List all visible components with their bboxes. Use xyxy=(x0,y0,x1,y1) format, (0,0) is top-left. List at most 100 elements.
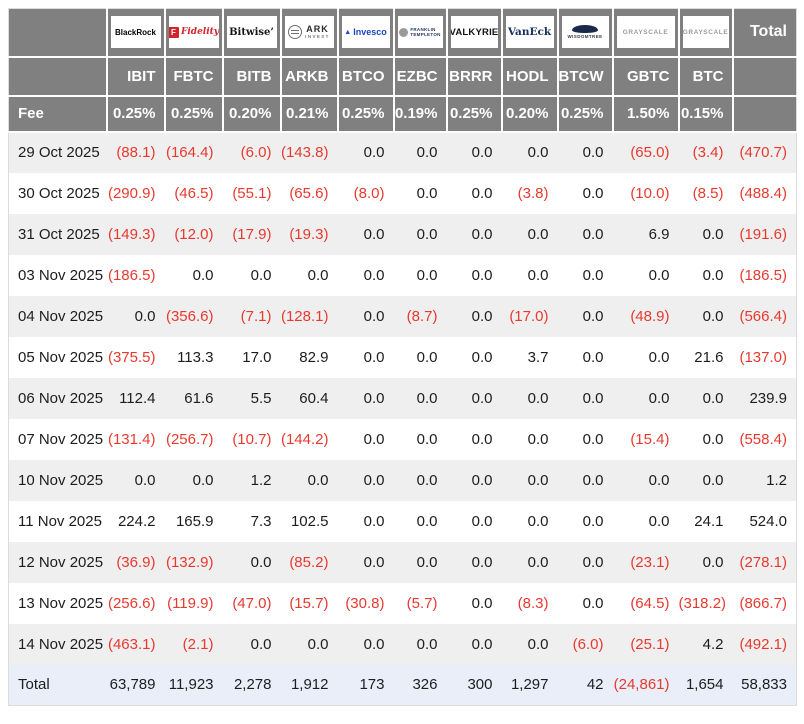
flow-value-cell: 0.0 xyxy=(613,460,679,501)
flow-value-cell: (5.7) xyxy=(394,583,447,624)
flow-value-cell: 165.9 xyxy=(165,501,223,542)
provider-header-cell: VanEck xyxy=(502,9,558,57)
flow-value-cell: 24.1 xyxy=(679,501,733,542)
flow-value-cell: 0.0 xyxy=(613,378,679,419)
fee-value: 0.25% xyxy=(558,96,613,132)
flow-value-cell: 0.0 xyxy=(558,378,613,419)
flow-value-cell: 1.2 xyxy=(733,460,797,501)
flow-value-cell: 0.0 xyxy=(394,542,447,583)
flow-value-cell: (191.6) xyxy=(733,214,797,255)
logo-box: Bitwise’ xyxy=(227,16,277,48)
flow-value-cell: 0.0 xyxy=(447,583,502,624)
franklin-templeton-logo: FRANKLINTEMPLETON xyxy=(399,27,440,38)
logo-box: WISDOMTREE xyxy=(562,16,609,48)
flow-value-cell: 0.0 xyxy=(338,296,394,337)
fee-label: Fee xyxy=(9,96,107,132)
etf-flow-table: BlackRock FFidelity Bitwise’ ARKINVEST ▲Inve… xyxy=(8,8,797,706)
flow-value-cell: 0.0 xyxy=(281,624,338,665)
date-cell: 05 Nov 2025 xyxy=(9,337,107,378)
table-row: 12 Nov 2025(36.9)(132.9)0.0(85.2)0.00.00… xyxy=(9,542,797,583)
flow-value-cell: 0.0 xyxy=(613,501,679,542)
flow-value-cell: (278.1) xyxy=(733,542,797,583)
ark-circle-icon xyxy=(288,25,302,39)
flow-value-cell: (47.0) xyxy=(223,583,281,624)
flow-value-cell: (23.1) xyxy=(613,542,679,583)
date-cell: 29 Oct 2025 xyxy=(9,132,107,173)
flow-value-cell: 0.0 xyxy=(502,419,558,460)
flow-value-cell: 0.0 xyxy=(447,296,502,337)
logo-box: VanEck xyxy=(506,16,554,48)
flow-value-cell: 102.5 xyxy=(281,501,338,542)
flow-value-cell: 0.0 xyxy=(502,542,558,583)
total-value-cell: 173 xyxy=(338,665,394,706)
flow-value-cell: 0.0 xyxy=(558,501,613,542)
flow-value-cell: 0.0 xyxy=(394,378,447,419)
flow-value-cell: 0.0 xyxy=(679,255,733,296)
flow-value-cell: 0.0 xyxy=(679,460,733,501)
flow-value-cell: 1.2 xyxy=(223,460,281,501)
bitwise-logo: Bitwise’ xyxy=(229,27,274,38)
table-row: 04 Nov 20250.0(356.6)(7.1)(128.1)0.0(8.7… xyxy=(9,296,797,337)
flow-value-cell: 0.0 xyxy=(447,542,502,583)
date-cell: 31 Oct 2025 xyxy=(9,214,107,255)
flow-value-cell: 0.0 xyxy=(447,214,502,255)
flow-value-cell: 21.6 xyxy=(679,337,733,378)
logo-row: BlackRock FFidelity Bitwise’ ARKINVEST ▲Inve… xyxy=(9,9,797,57)
flow-value-cell: 0.0 xyxy=(447,173,502,214)
total-column-header: Total xyxy=(733,9,797,57)
date-cell: 13 Nov 2025 xyxy=(9,583,107,624)
table-row: 05 Nov 2025(375.5)113.317.082.90.00.00.0… xyxy=(9,337,797,378)
fee-row: Fee0.25%0.25%0.20%0.21%0.25%0.19%0.25%0.… xyxy=(9,96,797,132)
fidelity-logo: FFidelity xyxy=(169,27,219,38)
table-row: 10 Nov 20250.00.01.20.00.00.00.00.00.00.… xyxy=(9,460,797,501)
flow-value-cell: (143.8) xyxy=(281,132,338,173)
provider-header-cell: BlackRock xyxy=(107,9,165,57)
flow-value-cell: 524.0 xyxy=(733,501,797,542)
total-value-cell: (24,861) xyxy=(613,665,679,706)
flow-value-cell: 0.0 xyxy=(679,214,733,255)
flow-value-cell: 0.0 xyxy=(558,255,613,296)
flow-value-cell: 0.0 xyxy=(281,255,338,296)
wisdomtree-tree-icon xyxy=(572,25,598,33)
flow-value-cell: 61.6 xyxy=(165,378,223,419)
ark-invest-logo: ARKINVEST xyxy=(288,25,330,40)
flow-value-cell: 60.4 xyxy=(281,378,338,419)
flow-value-cell: 0.0 xyxy=(558,337,613,378)
invesco-logo: ▲Invesco xyxy=(344,27,386,37)
flow-value-cell: 0.0 xyxy=(502,460,558,501)
franklin-circle-icon xyxy=(399,28,408,37)
total-value-cell: 1,654 xyxy=(679,665,733,706)
flow-value-cell: (488.4) xyxy=(733,173,797,214)
flow-value-cell: (463.1) xyxy=(107,624,165,665)
flow-value-cell: 17.0 xyxy=(223,337,281,378)
flow-value-cell: (3.4) xyxy=(679,132,733,173)
flow-value-cell: 0.0 xyxy=(223,542,281,583)
flow-value-cell: (17.0) xyxy=(502,296,558,337)
flow-value-cell: (186.5) xyxy=(107,255,165,296)
flow-value-cell: 0.0 xyxy=(338,501,394,542)
flow-value-cell: 0.0 xyxy=(558,132,613,173)
total-value-cell: 42 xyxy=(558,665,613,706)
flow-value-cell: (36.9) xyxy=(107,542,165,583)
flow-value-cell: 0.0 xyxy=(338,214,394,255)
logo-box: VALKYRIE xyxy=(451,16,498,48)
flow-value-cell: 6.9 xyxy=(613,214,679,255)
table-body: 29 Oct 2025(88.1)(164.4)(6.0)(143.8)0.00… xyxy=(9,132,797,706)
total-value-cell: 1,297 xyxy=(502,665,558,706)
total-value-cell: 2,278 xyxy=(223,665,281,706)
flow-value-cell: 0.0 xyxy=(502,378,558,419)
ticker-HODL: HODL xyxy=(502,57,558,96)
flow-value-cell: 0.0 xyxy=(338,255,394,296)
date-cell: 10 Nov 2025 xyxy=(9,460,107,501)
flow-value-cell: 0.0 xyxy=(394,132,447,173)
flow-value-cell: (65.6) xyxy=(281,173,338,214)
ticker-IBIT: IBIT xyxy=(107,57,165,96)
flow-value-cell: 0.0 xyxy=(679,542,733,583)
flow-value-cell: 0.0 xyxy=(502,501,558,542)
flow-value-cell: 0.0 xyxy=(679,296,733,337)
empty-cell xyxy=(733,57,797,96)
flow-value-cell: 0.0 xyxy=(338,378,394,419)
flow-value-cell: 112.4 xyxy=(107,378,165,419)
ticker-GBTC: GBTC xyxy=(613,57,679,96)
flow-value-cell: (55.1) xyxy=(223,173,281,214)
